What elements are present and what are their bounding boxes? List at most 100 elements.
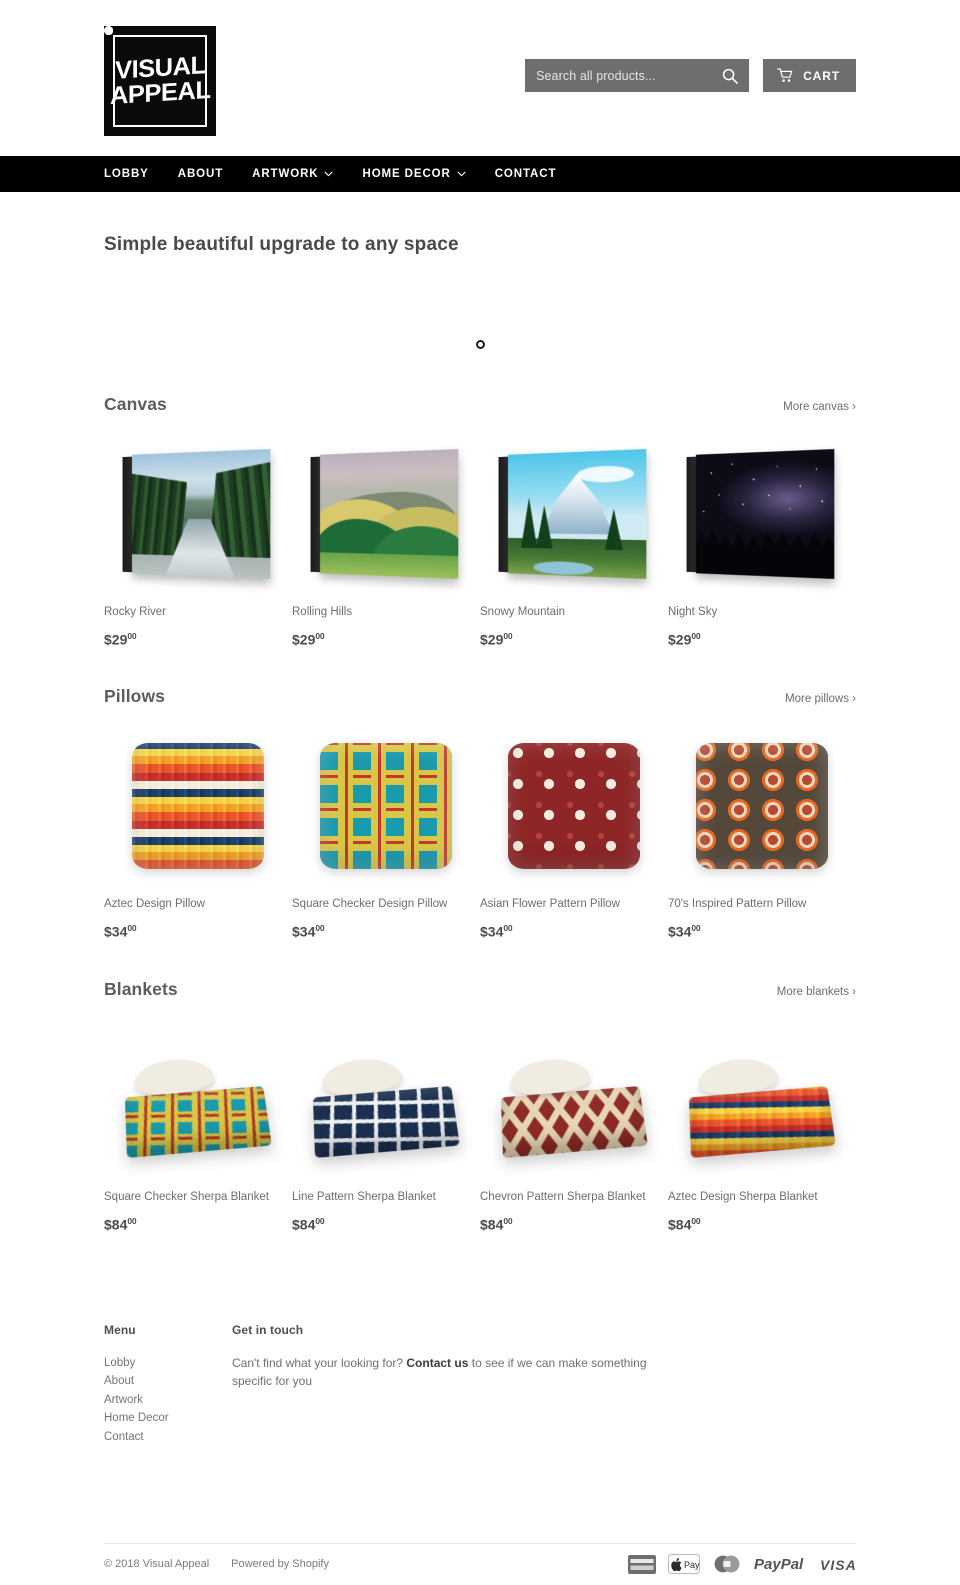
product-title: 70's Inspired Pattern Pillow <box>668 897 856 912</box>
product-card[interactable]: Square Checker Sherpa Blanket $8400 <box>104 1014 292 1233</box>
nav-item-label: LOBBY <box>104 168 149 180</box>
section-more-link[interactable]: More canvas › <box>783 401 856 413</box>
contact-text-before: Can't find what your looking for? <box>232 1356 406 1370</box>
svg-text:PayPal: PayPal <box>754 1556 804 1573</box>
price-dollars: $29 <box>104 631 127 647</box>
price-dollars: $34 <box>104 924 127 940</box>
search-box[interactable] <box>525 59 749 92</box>
site-logo[interactable]: VISUAL APPEAL <box>104 26 216 136</box>
powered-by-shopify-link[interactable]: Powered by Shopify <box>231 1558 329 1570</box>
product-card[interactable]: Snowy Mountain $2900 <box>480 429 668 648</box>
footer-link-artwork[interactable]: Artwork <box>104 1391 232 1410</box>
price-dollars: $29 <box>668 631 691 647</box>
product-card[interactable]: Rolling Hills $2900 <box>292 429 480 648</box>
product-grid: Aztec Design Pillow $3400 Square Checker D… <box>104 721 856 940</box>
product-title: Chevron Pattern Sherpa Blanket <box>480 1190 668 1205</box>
product-image <box>104 429 292 599</box>
nav-item-home-decor[interactable]: HOME DECOR <box>362 168 465 180</box>
nav-item-label: CONTACT <box>495 168 557 180</box>
search-submit-button[interactable] <box>721 68 739 84</box>
footer-contact-heading: Get in touch <box>232 1323 652 1337</box>
chevron-down-icon <box>457 168 466 180</box>
nav-item-about[interactable]: ABOUT <box>178 168 223 180</box>
section-header: Canvas More canvas › <box>104 394 856 415</box>
product-card[interactable]: Aztec Design Sherpa Blanket $8400 <box>668 1014 856 1233</box>
apple-pay-icon: Pay <box>668 1554 700 1574</box>
cart-button[interactable]: CART <box>763 59 856 92</box>
hero-slideshow <box>104 257 856 355</box>
product-card[interactable]: Rocky River $2900 <box>104 429 292 648</box>
price-cents: 00 <box>315 1216 324 1226</box>
product-grid: Square Checker Sherpa Blanket $8400 Line P… <box>104 1014 856 1233</box>
product-card[interactable]: Night Sky $2900 <box>668 429 856 648</box>
product-card[interactable]: 70's Inspired Pattern Pillow $3400 <box>668 721 856 940</box>
payment-methods: Pay PayPal VISA <box>628 1554 856 1574</box>
price-dollars: $84 <box>668 1217 691 1233</box>
nav-item-label: ARTWORK <box>252 168 318 180</box>
main-navigation: LOBBY ABOUT ARTWORK HOME DECOR CONTACT <box>0 156 960 192</box>
product-card[interactable]: Asian Flower Pattern Pillow $3400 <box>480 721 668 940</box>
nav-item-artwork[interactable]: ARTWORK <box>252 168 333 180</box>
svg-text:VISA: VISA <box>820 1557 856 1573</box>
footer-link-home-decor[interactable]: Home Decor <box>104 1409 232 1428</box>
product-price: $8400 <box>292 1216 480 1233</box>
price-dollars: $29 <box>480 631 503 647</box>
section-more-link[interactable]: More blankets › <box>777 986 856 998</box>
footer-link-lobby[interactable]: Lobby <box>104 1354 232 1373</box>
nav-item-contact[interactable]: CONTACT <box>495 168 557 180</box>
slideshow-pager-dot[interactable] <box>476 340 485 349</box>
nav-item-label: ABOUT <box>178 168 223 180</box>
product-image <box>292 1014 480 1184</box>
product-image <box>668 429 856 599</box>
section-more-link[interactable]: More pillows › <box>785 693 856 705</box>
footer-bottom-bar: © 2018 Visual Appeal Powered by Shopify … <box>104 1543 856 1585</box>
contact-us-link[interactable]: Contact us <box>406 1356 468 1370</box>
product-price: $3400 <box>480 923 668 940</box>
product-image <box>104 1014 292 1184</box>
search-icon <box>722 68 738 84</box>
product-image <box>292 721 480 891</box>
price-dollars: $29 <box>292 631 315 647</box>
product-title: Line Pattern Sherpa Blanket <box>292 1190 480 1205</box>
price-dollars: $34 <box>292 924 315 940</box>
footer-contact-column: Get in touch Can't find what your lookin… <box>232 1323 652 1447</box>
product-price: $3400 <box>668 923 856 940</box>
product-price: $3400 <box>104 923 292 940</box>
price-cents: 00 <box>503 1216 512 1226</box>
product-grid: Rocky River $2900 Rolling Hills $2900 Snowy … <box>104 429 856 648</box>
site-footer: Menu Lobby About Artwork Home Decor Contact … <box>104 1233 856 1585</box>
section-header: Blankets More blankets › <box>104 979 856 1000</box>
price-cents: 00 <box>691 1216 700 1226</box>
price-dollars: $34 <box>668 924 691 940</box>
footer-menu-heading: Menu <box>104 1323 232 1337</box>
product-title: Night Sky <box>668 605 856 620</box>
nav-item-label: HOME DECOR <box>362 168 450 180</box>
price-cents: 00 <box>315 923 324 933</box>
product-title: Aztec Design Pillow <box>104 897 292 912</box>
product-card[interactable]: Chevron Pattern Sherpa Blanket $8400 <box>480 1014 668 1233</box>
site-header: VISUAL APPEAL Search all products... CAR… <box>0 0 960 156</box>
product-card[interactable]: Square Checker Design Pillow $3400 <box>292 721 480 940</box>
search-input[interactable] <box>536 69 721 83</box>
product-title: Asian Flower Pattern Pillow <box>480 897 668 912</box>
page-title: Simple beautiful upgrade to any space <box>104 192 856 257</box>
price-dollars: $84 <box>104 1217 127 1233</box>
price-cents: 00 <box>503 631 512 641</box>
section-title: Blankets <box>104 979 178 1000</box>
product-card[interactable]: Aztec Design Pillow $3400 <box>104 721 292 940</box>
nav-item-lobby[interactable]: LOBBY <box>104 168 149 180</box>
storefront-page: VISUAL APPEAL Search all products... CAR… <box>0 0 960 1585</box>
price-cents: 00 <box>315 631 324 641</box>
product-image <box>480 721 668 891</box>
shopping-cart-icon <box>777 68 794 83</box>
price-dollars: $84 <box>480 1217 503 1233</box>
product-image <box>292 429 480 599</box>
footer-link-about[interactable]: About <box>104 1372 232 1391</box>
product-card[interactable]: Line Pattern Sherpa Blanket $8400 <box>292 1014 480 1233</box>
product-title: Aztec Design Sherpa Blanket <box>668 1190 856 1205</box>
product-title: Snowy Mountain <box>480 605 668 620</box>
footer-link-contact[interactable]: Contact <box>104 1428 232 1447</box>
product-price: $8400 <box>104 1216 292 1233</box>
footer-menu-column: Menu Lobby About Artwork Home Decor Contact <box>104 1323 232 1447</box>
copyright-text: © 2018 Visual Appeal <box>104 1558 209 1570</box>
